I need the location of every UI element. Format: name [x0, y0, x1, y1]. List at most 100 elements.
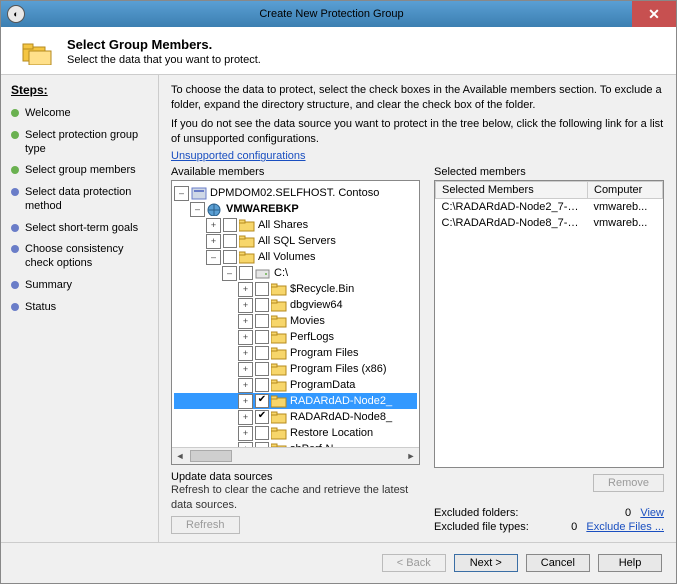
server-icon	[191, 187, 207, 200]
expand-toggle-icon[interactable]: +	[238, 410, 253, 425]
tree-checkbox[interactable]	[255, 394, 269, 408]
col-computer[interactable]: Computer	[588, 182, 663, 199]
page-title: Select Group Members.	[67, 37, 261, 52]
cancel-button[interactable]: Cancel	[526, 554, 590, 572]
globe-icon	[207, 203, 223, 216]
step-item[interactable]: Select group members	[11, 160, 148, 182]
expand-toggle-icon[interactable]: –	[222, 266, 237, 281]
expand-toggle-icon[interactable]: +	[238, 426, 253, 441]
tree-root[interactable]: – DPMDOM02.SELFHOST. Contoso	[174, 185, 417, 201]
available-members-label: Available members	[171, 166, 420, 178]
close-button[interactable]: ✕	[632, 1, 676, 27]
tree-node-label: dbgview64	[290, 299, 343, 311]
expand-toggle-icon[interactable]: +	[206, 218, 221, 233]
tree-checkbox[interactable]	[255, 298, 269, 312]
expand-toggle-icon[interactable]: +	[206, 234, 221, 249]
folder-icon	[271, 443, 287, 448]
intro-text-2: If you do not see the data source you wa…	[171, 117, 664, 147]
tree-node-label: $Recycle.Bin	[290, 283, 354, 295]
tree-checkbox[interactable]	[255, 378, 269, 392]
folder-icon	[271, 395, 287, 408]
tree-node-label: DPMDOM02.SELFHOST. Contoso	[210, 187, 379, 199]
excluded-folders-count: 0	[625, 507, 631, 519]
tree-checkbox[interactable]	[255, 282, 269, 296]
tree-folder[interactable]: + dbgview64	[174, 297, 417, 313]
tree-node[interactable]: –All Volumes	[174, 249, 417, 265]
tree-folder[interactable]: + Restore Location	[174, 425, 417, 441]
tree-folder[interactable]: +ProgramData	[174, 377, 417, 393]
next-button[interactable]: Next >	[454, 554, 518, 572]
tree-node-label: Movies	[290, 315, 325, 327]
scroll-right-arrow-icon[interactable]: ►	[403, 448, 419, 464]
tree-node[interactable]: +All Shares	[174, 217, 417, 233]
expand-toggle-icon[interactable]: –	[190, 202, 205, 217]
tree-checkbox[interactable]	[255, 314, 269, 328]
intro-text-1: To choose the data to protect, select th…	[171, 83, 664, 113]
folder-icon	[271, 299, 287, 312]
tree-folder[interactable]: + Movies	[174, 313, 417, 329]
tree-folder[interactable]: +Program Files (x86)	[174, 361, 417, 377]
expand-toggle-icon[interactable]: +	[238, 362, 253, 377]
tree-node-label: PerfLogs	[290, 331, 334, 343]
tree-node-label: All SQL Servers	[258, 235, 336, 247]
view-excluded-folders-link[interactable]: View	[640, 507, 664, 519]
expand-toggle-icon[interactable]: +	[238, 378, 253, 393]
tree-checkbox[interactable]	[223, 234, 237, 248]
expand-toggle-icon[interactable]: +	[238, 314, 253, 329]
tree-horizontal-scrollbar[interactable]: ◄ ►	[172, 447, 419, 464]
step-item[interactable]: Select protection group type	[11, 125, 148, 161]
tree-folder[interactable]: + $Recycle.Bin	[174, 281, 417, 297]
expand-toggle-icon[interactable]: +	[238, 282, 253, 297]
sql-icon	[239, 235, 255, 248]
tree-node[interactable]: + All SQL Servers	[174, 233, 417, 249]
folder-icon	[271, 363, 287, 376]
expand-toggle-icon[interactable]: +	[238, 298, 253, 313]
step-item[interactable]: Welcome	[11, 103, 148, 125]
back-button[interactable]: < Back	[382, 554, 446, 572]
tree-vm[interactable]: –VMWAREBKP	[174, 201, 417, 217]
scroll-thumb[interactable]	[190, 450, 232, 462]
selected-computer: vmwareb...	[588, 199, 663, 216]
step-item[interactable]: Status	[11, 297, 148, 319]
tree-checkbox[interactable]	[223, 250, 237, 264]
expand-toggle-icon[interactable]: +	[238, 394, 253, 409]
selected-members-grid[interactable]: Selected Members Computer C:\RADARdAD-No…	[434, 180, 664, 468]
window-title: Create New Protection Group	[31, 8, 632, 20]
available-members-tree[interactable]: –DPMDOM02.SELFHOST. Contoso–VMWAREBKP+Al…	[171, 180, 420, 465]
tree-checkbox[interactable]	[255, 426, 269, 440]
step-item[interactable]: Choose consistency check options	[11, 239, 148, 275]
tree-checkbox[interactable]	[223, 218, 237, 232]
remove-button[interactable]: Remove	[593, 474, 664, 492]
tree-checkbox[interactable]	[255, 410, 269, 424]
tree-node[interactable]: –C:\	[174, 265, 417, 281]
folder-icon	[271, 411, 287, 424]
tree-checkbox[interactable]	[255, 346, 269, 360]
selected-row[interactable]: C:\RADARdAD-Node2_7-26-6-...vmwareb...	[436, 199, 663, 216]
step-item[interactable]: Select data protection method	[11, 182, 148, 218]
tree-folder[interactable]: +Program Files	[174, 345, 417, 361]
selected-computer: vmwareb...	[588, 215, 663, 231]
tree-folder[interactable]: +RADARdAD-Node2_	[174, 393, 417, 409]
tree-folder[interactable]: + PerfLogs	[174, 329, 417, 345]
expand-toggle-icon[interactable]: –	[174, 186, 189, 201]
refresh-button[interactable]: Refresh	[171, 516, 240, 534]
footer-buttons: < Back Next > Cancel Help	[1, 542, 676, 583]
update-sources-title: Update data sources	[171, 471, 420, 483]
expand-toggle-icon[interactable]: +	[238, 330, 253, 345]
selected-row[interactable]: C:\RADARdAD-Node8_7-26-6-...vmwareb...	[436, 215, 663, 231]
tree-node-label: Restore Location	[290, 427, 373, 439]
step-item[interactable]: Summary	[11, 275, 148, 297]
expand-toggle-icon[interactable]: –	[206, 250, 221, 265]
expand-toggle-icon[interactable]: +	[238, 346, 253, 361]
unsupported-configurations-link[interactable]: Unsupported configurations	[171, 150, 306, 162]
tree-checkbox[interactable]	[255, 330, 269, 344]
scroll-left-arrow-icon[interactable]: ◄	[172, 448, 188, 464]
step-item[interactable]: Select short-term goals	[11, 218, 148, 240]
tree-checkbox[interactable]	[239, 266, 253, 280]
tree-folder[interactable]: +RADARdAD-Node8_	[174, 409, 417, 425]
tree-checkbox[interactable]	[255, 362, 269, 376]
col-selected-members[interactable]: Selected Members	[436, 182, 588, 199]
exclude-files-link[interactable]: Exclude Files ...	[586, 521, 664, 533]
help-button[interactable]: Help	[598, 554, 662, 572]
folder-icon	[271, 315, 287, 328]
